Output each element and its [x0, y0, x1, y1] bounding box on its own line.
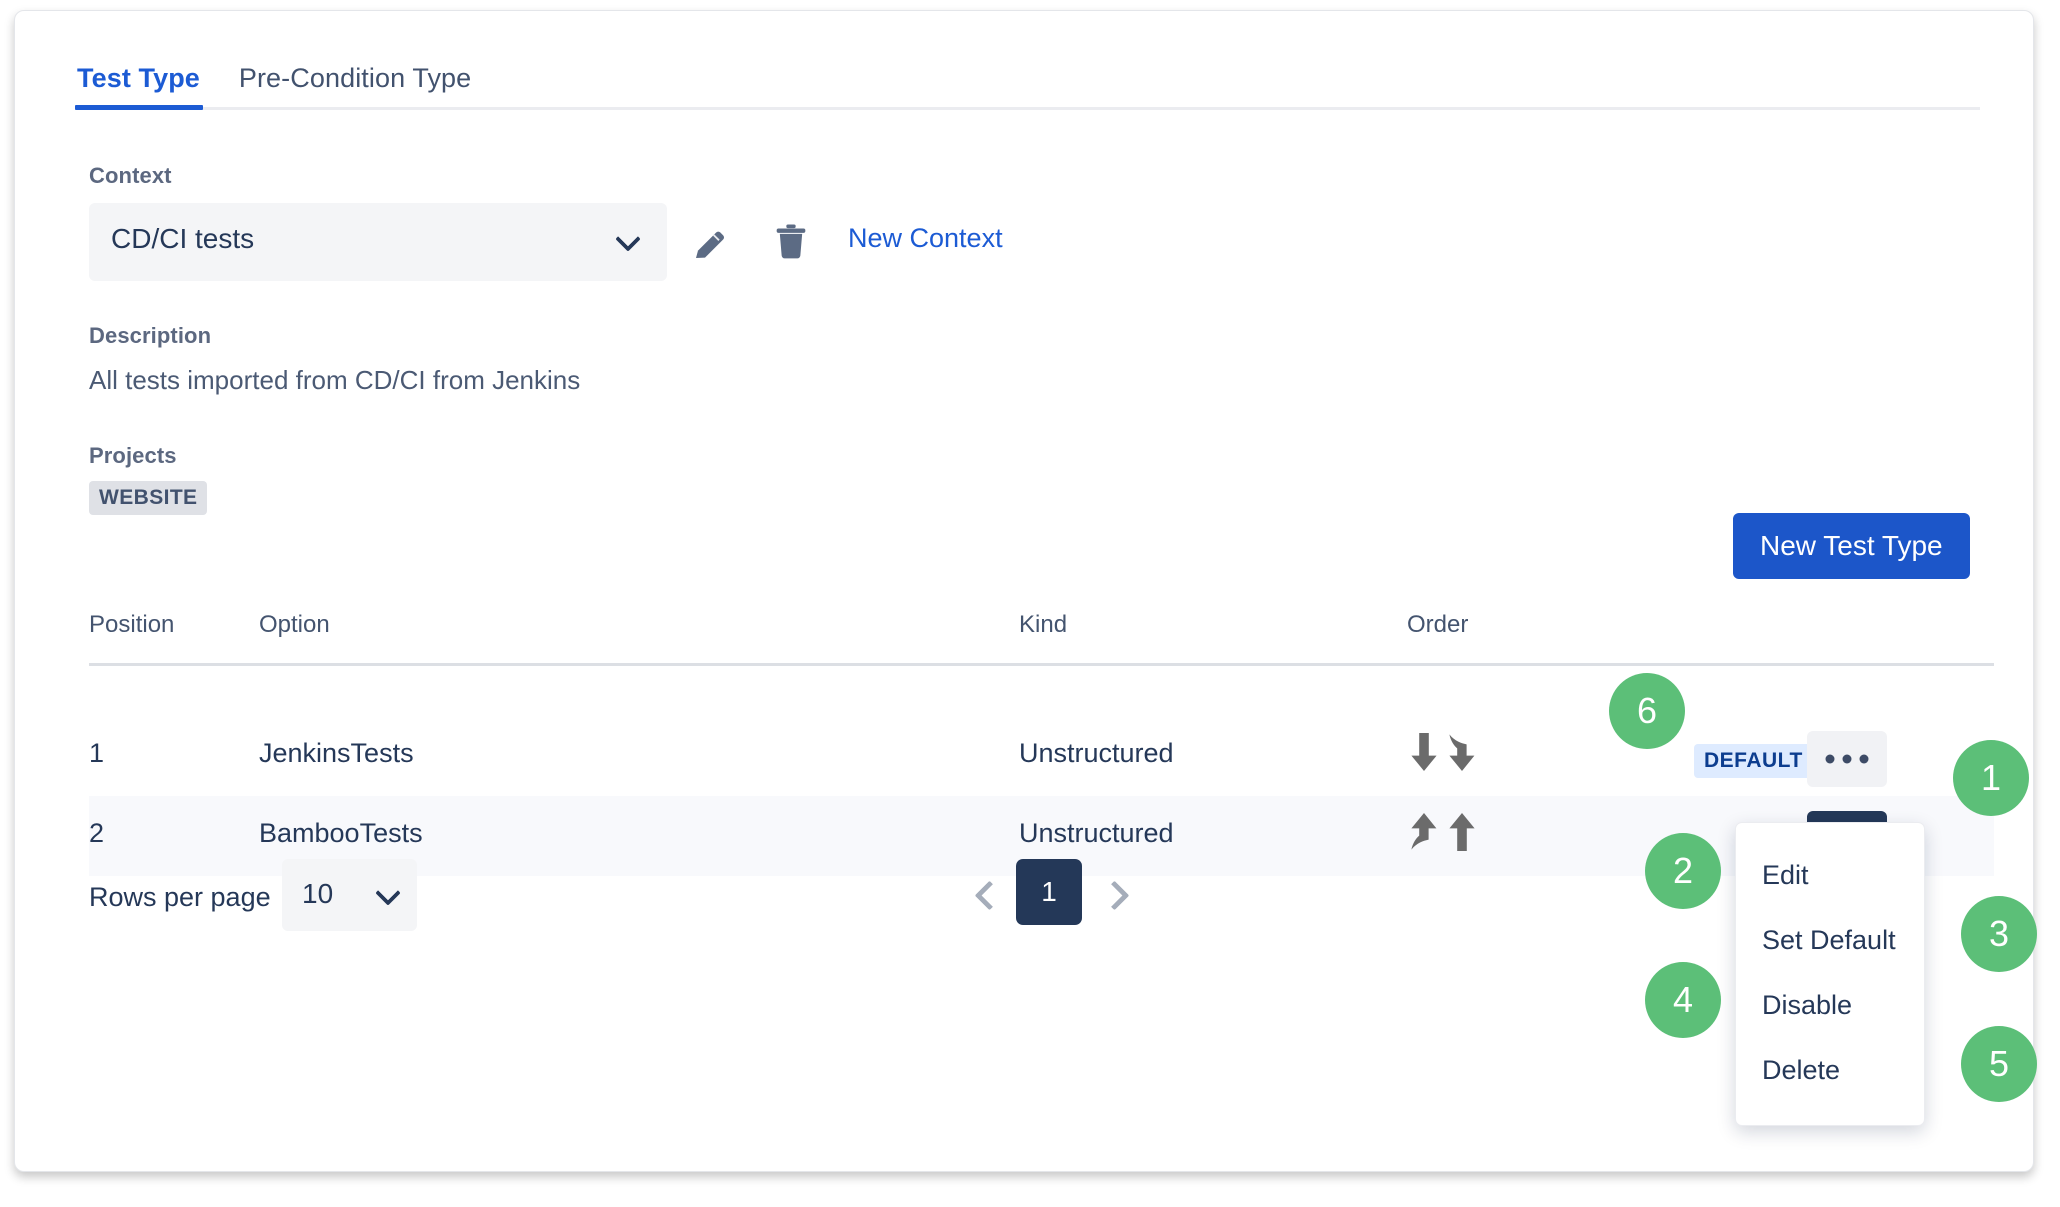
more-options-icon — [1825, 754, 1869, 764]
trash-icon[interactable] — [771, 221, 811, 263]
pagination-controls: 1 — [970, 859, 1150, 931]
arrow-up-curved-icon[interactable] — [1407, 810, 1441, 854]
order-controls — [1407, 730, 1487, 780]
new-test-type-button[interactable]: New Test Type — [1733, 513, 1970, 579]
menu-item-delete[interactable]: Delete — [1736, 1038, 1924, 1103]
tab-active-indicator — [75, 105, 203, 110]
arrow-up-icon[interactable] — [1445, 810, 1479, 854]
arrow-down-icon[interactable] — [1407, 730, 1441, 774]
table-row[interactable]: 1 JenkinsTests Unstructured DEFAULT — [89, 716, 1994, 796]
tab-pre-condition-type[interactable]: Pre-Condition Type — [237, 53, 473, 103]
context-label: Context — [89, 163, 172, 188]
row-actions-menu: Edit Set Default Disable Delete — [1735, 822, 1925, 1126]
table-header-row: Position Option Kind Order — [89, 611, 1994, 666]
cell-kind: Unstructured — [1019, 818, 1174, 848]
table-header-divider — [89, 663, 1994, 666]
cell-option: BambooTests — [259, 818, 423, 848]
arrow-down-curved-icon[interactable] — [1445, 730, 1479, 774]
cell-option: JenkinsTests — [259, 738, 414, 768]
context-select-value: CD/CI tests — [111, 223, 255, 254]
chevron-right-icon[interactable] — [1095, 875, 1133, 915]
annotation-badge-4: 4 — [1645, 962, 1721, 1038]
description-text: All tests imported from CD/CI from Jenki… — [89, 365, 581, 395]
rows-per-page-label: Rows per page — [89, 882, 271, 912]
chevron-left-icon[interactable] — [970, 875, 1008, 915]
annotation-badge-2: 2 — [1645, 833, 1721, 909]
projects-label: Projects — [89, 443, 177, 468]
project-badge-website: WEBSITE — [89, 481, 208, 515]
rows-per-page-value: 10 — [302, 878, 334, 909]
column-header-position: Position — [89, 611, 175, 638]
cell-position: 2 — [89, 818, 105, 848]
column-header-option: Option — [259, 611, 330, 638]
tab-test-type[interactable]: Test Type — [75, 53, 202, 103]
column-header-kind: Kind — [1019, 611, 1068, 638]
annotation-badge-6: 6 — [1609, 673, 1685, 749]
row-more-options-button[interactable] — [1807, 731, 1887, 787]
page-button-1[interactable]: 1 — [1016, 859, 1082, 925]
default-badge: DEFAULT — [1694, 744, 1813, 778]
annotation-badge-1: 1 — [1953, 740, 2029, 816]
menu-item-set-default[interactable]: Set Default — [1736, 908, 1924, 973]
test-type-table: Position Option Kind Order 1 JenkinsTest… — [89, 611, 1994, 876]
cell-kind: Unstructured — [1019, 738, 1174, 768]
cell-position: 1 — [89, 738, 105, 768]
order-controls — [1407, 810, 1487, 860]
rows-per-page-select[interactable]: 10 — [282, 859, 417, 931]
tab-bar: Test Type Pre-Condition Type — [75, 53, 1980, 111]
app-card: Test Type Pre-Condition Type Context CD/… — [14, 10, 2037, 1172]
chevron-down-icon — [375, 880, 401, 906]
annotation-badge-5: 5 — [1961, 1026, 2037, 1102]
pencil-icon[interactable] — [691, 223, 731, 263]
annotation-badge-3: 3 — [1961, 896, 2037, 972]
tab-divider — [75, 107, 1980, 110]
column-header-order: Order — [1407, 611, 1469, 638]
menu-item-edit[interactable]: Edit — [1736, 843, 1924, 908]
description-label: Description — [89, 323, 212, 348]
chevron-down-icon — [615, 226, 641, 252]
new-context-link[interactable]: New Context — [848, 223, 1003, 254]
menu-item-disable[interactable]: Disable — [1736, 973, 1924, 1038]
context-select[interactable]: CD/CI tests — [89, 203, 667, 281]
